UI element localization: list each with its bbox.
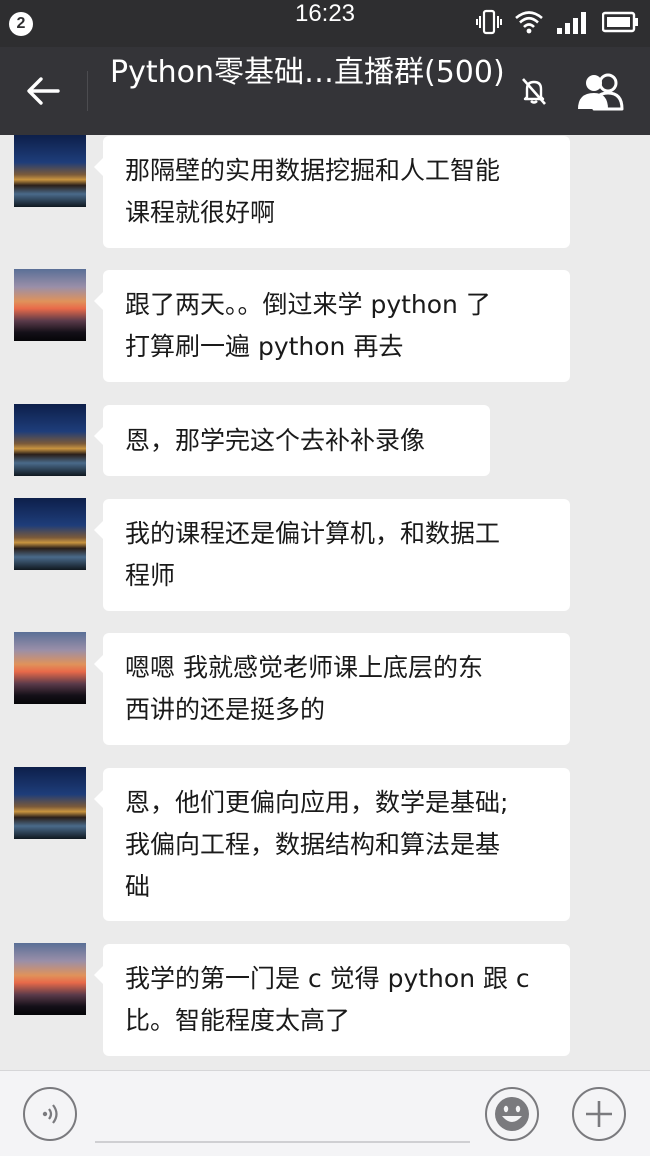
title-divider <box>87 71 88 111</box>
vibrate-icon <box>476 9 502 39</box>
message-input[interactable] <box>95 1091 470 1143</box>
message-bubble[interactable]: 恩，那学完这个去补补录像 <box>94 405 490 476</box>
message-text: 那隔壁的实用数据挖掘和人工智能 课程就很好啊 <box>125 156 501 227</box>
message-bubble[interactable]: 我的课程还是偏计算机，和数据工 程师 <box>94 499 570 611</box>
chat-screen: 2 16:23 Python零基础…直播群(500) 那隔壁的实用数据挖掘和人工… <box>0 0 650 1156</box>
signal-icon <box>556 10 590 38</box>
status-icons <box>476 9 640 39</box>
status-bar: 2 16:23 <box>0 0 650 47</box>
voice-button[interactable] <box>23 1087 77 1141</box>
message-text: 嗯嗯 我就感觉老师课上底层的东 西讲的还是挺多的 <box>125 653 483 724</box>
message-bubble[interactable]: 那隔壁的实用数据挖掘和人工智能 课程就很好啊 <box>94 136 570 248</box>
message-text: 跟了两天。。倒过来学 python 了 打算刷一遍 python 再去 <box>125 290 491 361</box>
back-arrow-icon <box>27 77 60 105</box>
message-bubble[interactable]: 我学的第一门是 c 觉得 python 跟 c 比。智能程度太高了 <box>94 944 570 1056</box>
battery-icon <box>601 10 640 38</box>
plus-icon <box>586 1101 612 1127</box>
back-button[interactable] <box>18 67 68 115</box>
avatar[interactable] <box>14 632 86 704</box>
emoji-icon <box>495 1097 529 1131</box>
more-button[interactable] <box>572 1087 626 1141</box>
title-bar: Python零基础…直播群(500) <box>0 47 650 135</box>
avatar[interactable] <box>14 767 86 839</box>
message-text: 我的课程还是偏计算机，和数据工 程师 <box>125 519 501 590</box>
voice-icon <box>42 1104 58 1124</box>
chat-title: Python零基础…直播群(500) <box>110 55 505 90</box>
message-text: 恩，那学完这个去补补录像 <box>125 425 426 455</box>
avatar[interactable] <box>14 943 86 1015</box>
group-members-icon <box>578 73 624 111</box>
mute-bell-icon <box>519 76 549 106</box>
message-bubble[interactable]: 跟了两天。。倒过来学 python 了 打算刷一遍 python 再去 <box>94 270 570 382</box>
avatar[interactable] <box>14 498 86 570</box>
message-bubble[interactable]: 恩，他们更偏向应用，数学是基础; 我偏向工程，数据结构和算法是基 础 <box>94 768 570 921</box>
message-list[interactable]: 那隔壁的实用数据挖掘和人工智能 课程就很好啊 跟了两天。。倒过来学 python… <box>0 135 650 1070</box>
avatar[interactable] <box>14 269 86 341</box>
message-text: 我学的第一门是 c 觉得 python 跟 c 比。智能程度太高了 <box>125 964 530 1035</box>
avatar[interactable] <box>14 404 86 476</box>
input-bar <box>0 1070 650 1156</box>
wifi-icon <box>514 10 544 38</box>
message-bubble[interactable]: 嗯嗯 我就感觉老师课上底层的东 西讲的还是挺多的 <box>94 633 570 745</box>
avatar[interactable] <box>14 135 86 207</box>
group-members-button[interactable] <box>570 67 630 115</box>
message-text: 恩，他们更偏向应用，数学是基础; 我偏向工程，数据结构和算法是基 础 <box>125 787 509 901</box>
emoji-button[interactable] <box>485 1087 539 1141</box>
